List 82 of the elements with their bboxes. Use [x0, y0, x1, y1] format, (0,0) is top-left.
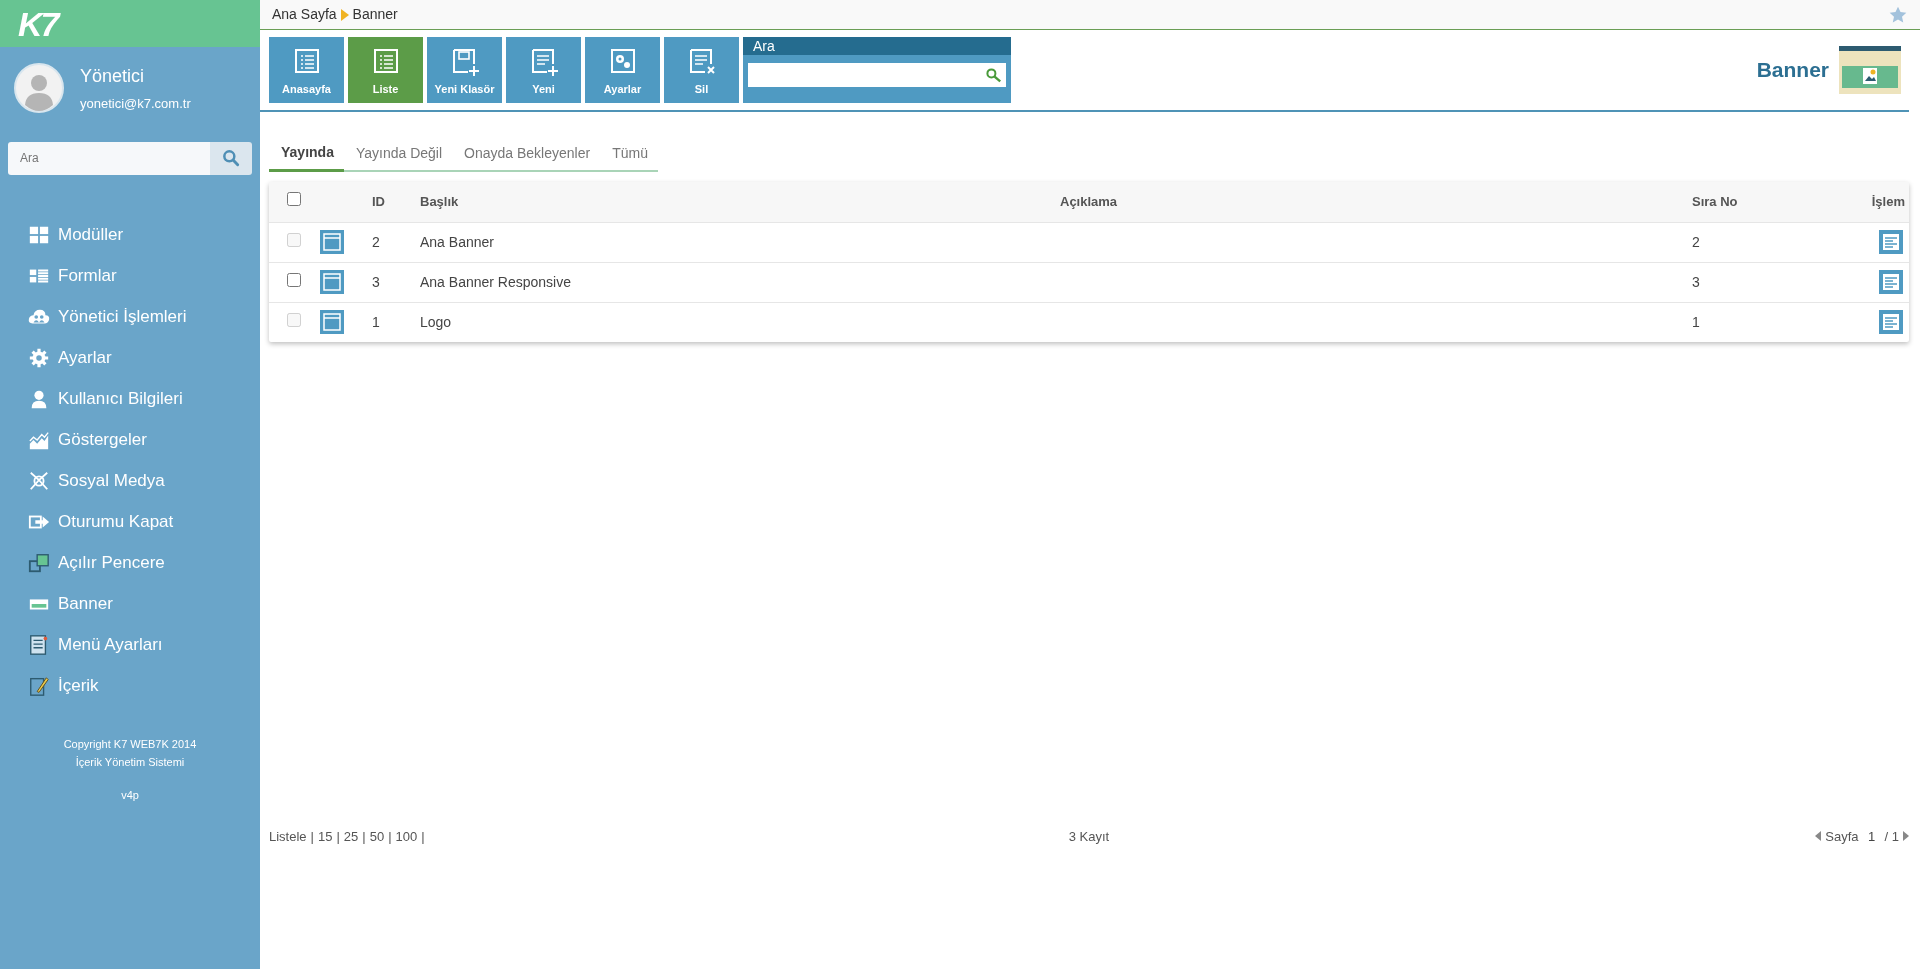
page-total: / 1: [1884, 827, 1899, 846]
breadcrumb-link[interactable]: Ana Sayfa: [272, 4, 337, 25]
previous-icon[interactable]: [1815, 831, 1822, 842]
separator: |: [388, 827, 392, 846]
tab[interactable]: Onayda Bekleyenler: [452, 136, 601, 172]
folder-icon[interactable]: [320, 310, 344, 335]
separator: |: [310, 827, 314, 846]
toolbar-button[interactable]: Anasayfa: [269, 37, 344, 103]
column-header: Başlık: [419, 182, 1059, 222]
copyright-text: Copyright K7 WEB7K 2014 İçerik Yönetim Sistemi: [62, 736, 198, 770]
page-title: Banner: [1756, 57, 1829, 84]
breadcrumb-link[interactable]: Banner: [352, 4, 398, 25]
edit-icon[interactable]: [1879, 230, 1903, 254]
toolbar-button[interactable]: Yeni Klasör: [427, 37, 502, 103]
folder-icon[interactable]: [320, 230, 344, 254]
column-header: Sıra No: [1691, 182, 1869, 222]
select-all-checkbox[interactable]: [287, 192, 301, 206]
pencil-icon: [28, 675, 50, 697]
record-count: 3 Kayıt: [1068, 828, 1110, 844]
grid-icon: [28, 224, 50, 246]
column-header: İşlem: [1869, 182, 1909, 222]
table-cell: 1: [1691, 302, 1869, 342]
search-icon[interactable]: [984, 67, 1002, 83]
tab[interactable]: Tümü: [600, 136, 658, 172]
sidebar-item[interactable]: Ayarlar: [0, 337, 260, 379]
page-label: Sayfa: [1825, 827, 1859, 846]
row-checkbox[interactable]: [287, 272, 301, 287]
sidebar-item[interactable]: Kullanıcı Bilgileri: [0, 378, 260, 420]
logo[interactable]: K7: [18, 6, 58, 41]
sidebar-item[interactable]: Yönetici İşlemleri: [0, 296, 260, 338]
page-size-link[interactable]: 100: [395, 826, 418, 846]
table-cell: 1: [371, 302, 419, 342]
document-icon: [28, 634, 50, 656]
tab[interactable]: Yayında: [269, 136, 344, 172]
table-cell: 3: [371, 262, 419, 302]
sidebar-item[interactable]: İçerik: [0, 665, 260, 707]
page-size-link[interactable]: 25: [343, 826, 359, 846]
user-email: yonetici@k7.com.tr: [80, 95, 191, 113]
version-text: v4p: [120, 787, 140, 803]
tab[interactable]: Yayında Değil: [343, 136, 453, 172]
separator: |: [362, 827, 366, 846]
folder-icon[interactable]: [320, 270, 344, 294]
list-label: Listele: [269, 827, 307, 846]
table-cell: Logo: [419, 302, 1059, 342]
edit-icon[interactable]: [1879, 270, 1903, 294]
search-button[interactable]: [210, 141, 252, 175]
windows-icon: [28, 552, 50, 574]
search-field[interactable]: [748, 63, 1006, 87]
sidebar-item[interactable]: Oturumu Kapat: [0, 501, 260, 543]
sidebar-item[interactable]: Açılır Pencere: [0, 542, 260, 584]
table-cell: 2: [371, 222, 419, 262]
avatar-icon: [14, 63, 64, 114]
sidebar-item[interactable]: Modüller: [0, 214, 260, 256]
search-icon: [221, 148, 241, 168]
column-header: Açıklama: [1059, 182, 1691, 222]
edit-icon[interactable]: [1879, 310, 1903, 335]
separator: |: [421, 827, 425, 846]
sidebar-item[interactable]: Menü Ayarları: [0, 624, 260, 666]
table-cell: 2: [1691, 222, 1869, 262]
network-icon: [28, 470, 50, 492]
table-cell: Ana Banner: [419, 222, 1059, 262]
sidebar-item[interactable]: Sosyal Medya: [0, 460, 260, 502]
sidebar-item[interactable]: Göstergeler: [0, 419, 260, 461]
table-cell: Ana Banner Responsive: [419, 262, 1059, 302]
next-icon[interactable]: [1903, 831, 1909, 842]
toolbar-button[interactable]: Ayarlar: [585, 37, 660, 103]
sidebar-item[interactable]: Formlar: [0, 255, 260, 297]
separator: |: [336, 827, 340, 846]
toolbar-button[interactable]: Sil: [664, 37, 739, 103]
search-title: Ara: [743, 37, 1011, 55]
gear-icon: [28, 347, 50, 369]
breadcrumb-arrow-icon: [340, 8, 349, 21]
table-cell: 3: [1691, 262, 1869, 302]
page-size-link[interactable]: 50: [369, 826, 385, 846]
page-size-link[interactable]: 15: [317, 826, 333, 846]
toolbar-button[interactable]: Yeni: [506, 37, 581, 103]
banner-picture-icon: [1839, 46, 1901, 94]
toolbar-button[interactable]: Liste: [348, 37, 423, 103]
sidebar-item[interactable]: Banner: [0, 583, 260, 625]
chart-icon: [28, 429, 50, 451]
user-name: Yönetici: [80, 65, 146, 88]
column-header: ID: [371, 182, 419, 222]
